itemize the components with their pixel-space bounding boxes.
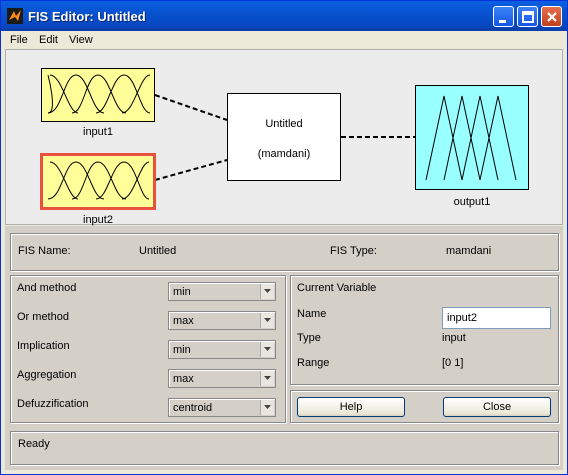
output1-label: output1 <box>453 196 491 208</box>
input2-membership-plot <box>47 161 150 200</box>
chevron-down-icon <box>260 371 274 386</box>
current-variable-panel: Current Variable Name input2 Type input … <box>290 275 559 385</box>
implication-label: Implication <box>17 340 70 352</box>
fis-info-panel: FIS Name: Untitled FIS Type: mamdani <box>10 233 559 271</box>
maximize-button[interactable] <box>517 6 538 27</box>
defuzzification-select[interactable]: centroid <box>168 398 276 417</box>
minimize-button[interactable] <box>493 6 514 27</box>
chevron-down-icon <box>260 342 274 357</box>
fis-editor-window: FIS Editor: Untitled File Edit View inpu… <box>0 0 568 475</box>
aggregation-label: Aggregation <box>17 369 77 381</box>
menu-edit[interactable]: Edit <box>39 34 58 46</box>
methods-panel: And method min Or method max Implication… <box>10 275 286 423</box>
variable-range-value: [0 1] <box>442 357 464 369</box>
maximize-icon <box>522 11 534 23</box>
and-method-value: min <box>173 286 191 298</box>
variable-name-input[interactable]: input2 <box>442 307 551 329</box>
or-method-select[interactable]: max <box>168 311 276 330</box>
menu-file[interactable]: File <box>10 34 28 46</box>
close-window-button[interactable] <box>541 6 562 27</box>
fis-type-value: mamdani <box>446 245 492 257</box>
close-icon <box>547 12 557 22</box>
system-name: Untitled <box>265 118 303 130</box>
defuzzification-value: centroid <box>173 402 213 414</box>
status-text: Ready <box>18 438 50 450</box>
aggregation-select[interactable]: max <box>168 369 276 388</box>
matlab-icon <box>7 8 23 24</box>
variable-type-value: input <box>442 332 466 344</box>
input1-label: input1 <box>83 126 113 138</box>
system-type: (mamdani) <box>257 148 311 160</box>
chevron-down-icon <box>260 313 274 328</box>
control-area: FIS Name: Untitled FIS Type: mamdani And… <box>5 226 563 470</box>
input1-membership-plot <box>47 74 151 114</box>
output1-block[interactable] <box>415 85 529 190</box>
fis-diagram: input1 input2 Untitled (mamdani) output1 <box>5 49 563 226</box>
and-method-label: And method <box>17 282 77 294</box>
button-panel: Help Close <box>290 390 559 423</box>
current-variable-title: Current Variable <box>297 282 377 294</box>
input2-block[interactable] <box>40 153 156 210</box>
aggregation-value: max <box>173 373 194 385</box>
or-method-label: Or method <box>17 311 69 323</box>
implication-value: min <box>173 344 191 356</box>
and-method-select[interactable]: min <box>168 282 276 301</box>
fis-type-label: FIS Type: <box>330 245 377 257</box>
menu-view[interactable]: View <box>69 34 93 46</box>
variable-range-label: Range <box>297 357 330 369</box>
output1-membership-plot <box>425 95 517 181</box>
input2-label: input2 <box>83 214 113 226</box>
defuzzification-label: Defuzzification <box>17 398 89 410</box>
variable-name-value: input2 <box>447 312 477 324</box>
or-method-value: max <box>173 315 194 327</box>
fis-name-value: Untitled <box>139 245 177 257</box>
window-title: FIS Editor: Untitled <box>28 9 146 24</box>
close-button[interactable]: Close <box>443 397 551 417</box>
help-button[interactable]: Help <box>297 397 405 417</box>
implication-select[interactable]: min <box>168 340 276 359</box>
input1-block[interactable] <box>41 68 155 122</box>
title-bar[interactable]: FIS Editor: Untitled <box>1 1 567 31</box>
fis-name-label: FIS Name: <box>18 245 71 257</box>
chevron-down-icon <box>260 284 274 299</box>
variable-type-label: Type <box>297 332 321 344</box>
chevron-down-icon <box>260 400 274 415</box>
minimize-icon <box>499 20 506 23</box>
variable-name-label: Name <box>297 308 327 320</box>
status-panel: Ready <box>10 431 559 465</box>
system-block[interactable]: Untitled (mamdani) <box>227 93 341 181</box>
menu-bar: File Edit View <box>1 31 567 49</box>
